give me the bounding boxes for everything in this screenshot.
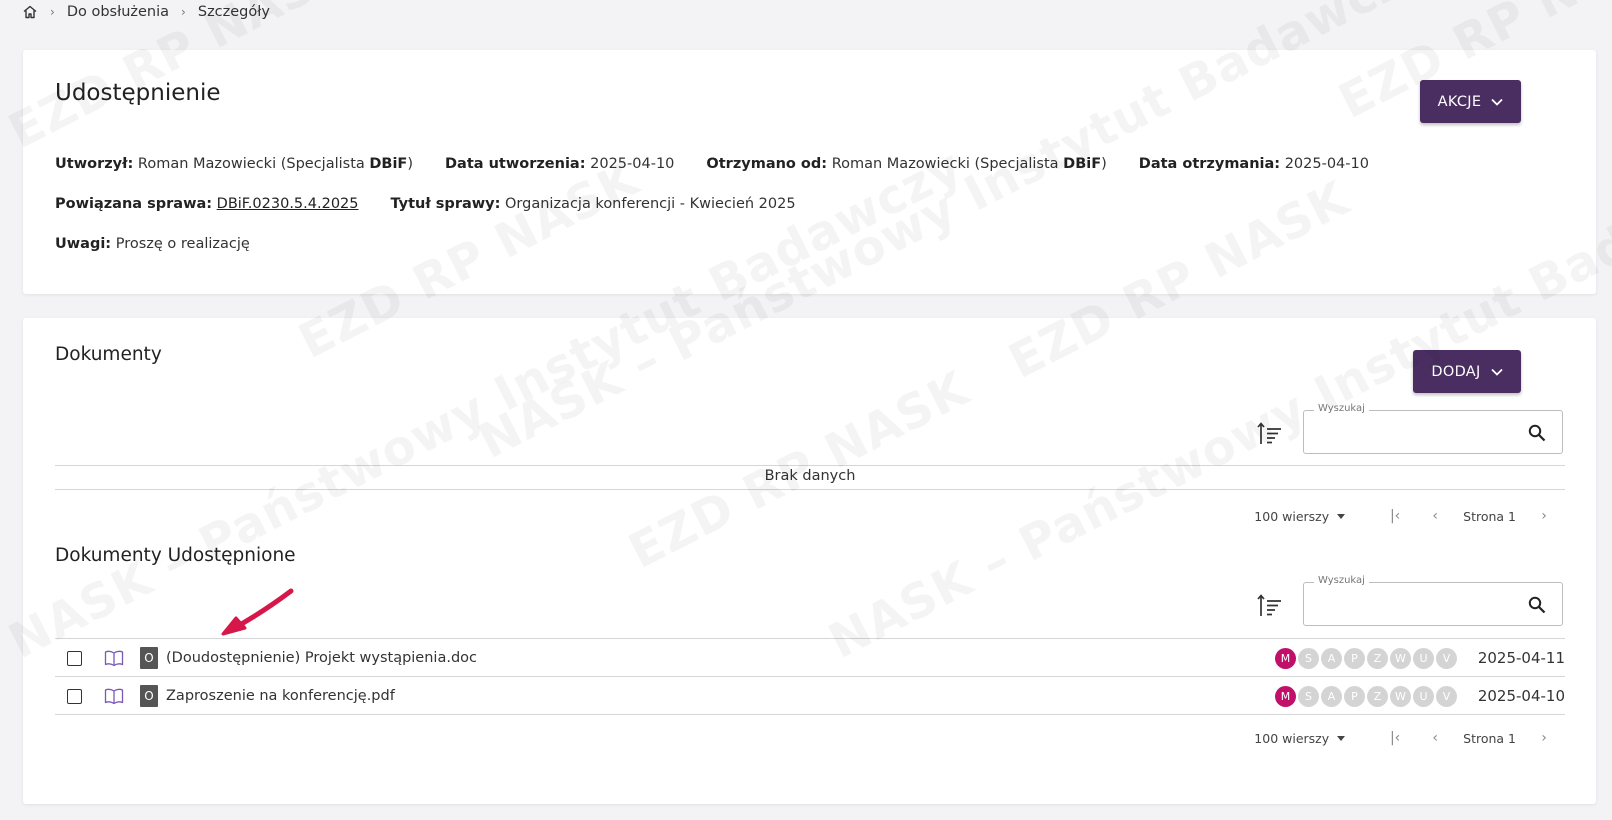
flag-z: Z	[1367, 685, 1388, 707]
rows-per-page-label: 100 wierszy	[1254, 730, 1330, 746]
search-label: Wyszukaj	[1314, 575, 1369, 586]
flag-m: M	[1275, 685, 1296, 707]
page-indicator: Strona 1	[1463, 508, 1516, 524]
first-page-icon[interactable]: |‹	[1375, 508, 1415, 524]
home-icon[interactable]	[22, 4, 38, 20]
status-flags: M S A P Z W U V	[1275, 647, 1457, 669]
add-button[interactable]: DODAJ	[1413, 350, 1521, 393]
case-title: Tytuł sprawy: Organizacja konferencji - …	[390, 196, 796, 212]
caret-down-icon	[1337, 513, 1346, 519]
flag-u: U	[1413, 647, 1434, 669]
actions-button[interactable]: AKCJE	[1420, 80, 1521, 123]
breadcrumb-separator-icon: ›	[50, 5, 55, 19]
details-card: Udostępnienie AKCJE Utworzył: Roman Mazo…	[23, 50, 1596, 294]
flag-z: Z	[1367, 647, 1388, 669]
table-row[interactable]: O (Doudostępnienie) Projekt wystąpienia.…	[55, 639, 1565, 677]
flag-w: W	[1390, 647, 1411, 669]
chevron-down-icon	[1490, 368, 1503, 376]
status-flags: M S A P Z W U V	[1275, 685, 1457, 707]
flag-p: P	[1344, 647, 1365, 669]
flag-a: A	[1321, 685, 1342, 707]
shared-documents-title: Dokumenty Udostępnione	[55, 545, 296, 566]
flag-a: A	[1321, 647, 1342, 669]
book-open-icon[interactable]	[104, 649, 124, 667]
documents-search-input[interactable]: Wyszukaj	[1303, 403, 1563, 454]
created-by: Utworzył: Roman Mazowiecki (Specjalista …	[55, 156, 414, 172]
rows-per-page-select[interactable]: 100 wierszy	[1254, 730, 1346, 746]
shared-search-input[interactable]: Wyszukaj	[1303, 575, 1563, 626]
rows-per-page-select[interactable]: 100 wierszy	[1254, 508, 1346, 524]
no-data-text: Brak danych	[764, 468, 856, 484]
search-label: Wyszukaj	[1314, 403, 1369, 414]
prev-page-icon[interactable]: ‹	[1415, 508, 1455, 524]
document-name[interactable]: Zaproszenie na konferencję.pdf	[166, 688, 395, 704]
add-button-label: DODAJ	[1431, 363, 1481, 380]
related-case: Powiązana sprawa: DBiF.0230.5.4.2025	[55, 196, 359, 212]
sort-icon[interactable]	[1257, 421, 1283, 447]
sort-icon[interactable]	[1257, 593, 1283, 619]
flag-v: V	[1436, 685, 1457, 707]
chevron-down-icon	[1491, 98, 1503, 106]
search-icon[interactable]	[1528, 596, 1546, 614]
document-date: 2025-04-11	[1477, 649, 1565, 667]
prev-page-icon[interactable]: ‹	[1415, 730, 1455, 746]
notes: Uwagi: Proszę o realizację	[55, 236, 250, 252]
page-title: Udostępnienie	[55, 80, 221, 106]
divider	[55, 714, 1565, 715]
next-page-icon[interactable]: ›	[1524, 508, 1564, 524]
related-case-link[interactable]: DBiF.0230.5.4.2025	[217, 196, 359, 212]
page-indicator: Strona 1	[1463, 730, 1516, 746]
received-date: Data otrzymania: 2025-04-10	[1138, 156, 1369, 172]
next-page-icon[interactable]: ›	[1524, 730, 1564, 746]
documents-title: Dokumenty	[55, 344, 162, 365]
documents-pagination: 100 wierszy |‹ ‹ Strona 1 ›	[1254, 508, 1564, 524]
document-name[interactable]: (Doudostępnienie) Projekt wystąpienia.do…	[166, 650, 477, 666]
breadcrumb-item-szczegoly: Szczegóły	[197, 4, 270, 20]
document-type-badge: O	[140, 685, 158, 707]
created-date: Data utworzenia: 2025-04-10	[445, 156, 675, 172]
shared-pagination: 100 wierszy |‹ ‹ Strona 1 ›	[1254, 730, 1564, 746]
flag-s: S	[1298, 647, 1319, 669]
meta-row-3: Uwagi: Proszę o realizację	[55, 236, 250, 252]
flag-s: S	[1298, 685, 1319, 707]
annotation-arrow-icon	[221, 588, 294, 636]
rows-per-page-label: 100 wierszy	[1254, 508, 1330, 524]
document-type-badge: O	[140, 647, 158, 669]
caret-down-icon	[1337, 735, 1346, 741]
flag-w: W	[1390, 685, 1411, 707]
flag-m: M	[1275, 647, 1296, 669]
breadcrumb: › Do obsłużenia › Szczegóły	[22, 0, 270, 24]
received-from: Otrzymano od: Roman Mazowiecki (Specjali…	[706, 156, 1107, 172]
flag-p: P	[1344, 685, 1365, 707]
document-date: 2025-04-10	[1477, 687, 1565, 705]
meta-row-2: Powiązana sprawa: DBiF.0230.5.4.2025 Tyt…	[55, 196, 796, 212]
search-icon[interactable]	[1528, 424, 1546, 442]
breadcrumb-item-do-obsluzenia[interactable]: Do obsłużenia	[67, 4, 169, 20]
divider	[55, 465, 1565, 466]
first-page-icon[interactable]: |‹	[1375, 730, 1415, 746]
divider	[55, 489, 1565, 490]
flag-u: U	[1413, 685, 1434, 707]
actions-button-label: AKCJE	[1437, 93, 1482, 110]
documents-card: Dokumenty DODAJ Wyszukaj Brak danych 100…	[23, 318, 1596, 804]
table-row[interactable]: O Zaproszenie na konferencję.pdf M S A P…	[55, 677, 1565, 715]
flag-v: V	[1436, 647, 1457, 669]
row-checkbox[interactable]	[67, 650, 82, 666]
breadcrumb-separator-icon: ›	[181, 5, 186, 19]
book-open-icon[interactable]	[104, 687, 124, 705]
meta-row-1: Utworzył: Roman Mazowiecki (Specjalista …	[55, 156, 1369, 172]
row-checkbox[interactable]	[67, 688, 82, 704]
